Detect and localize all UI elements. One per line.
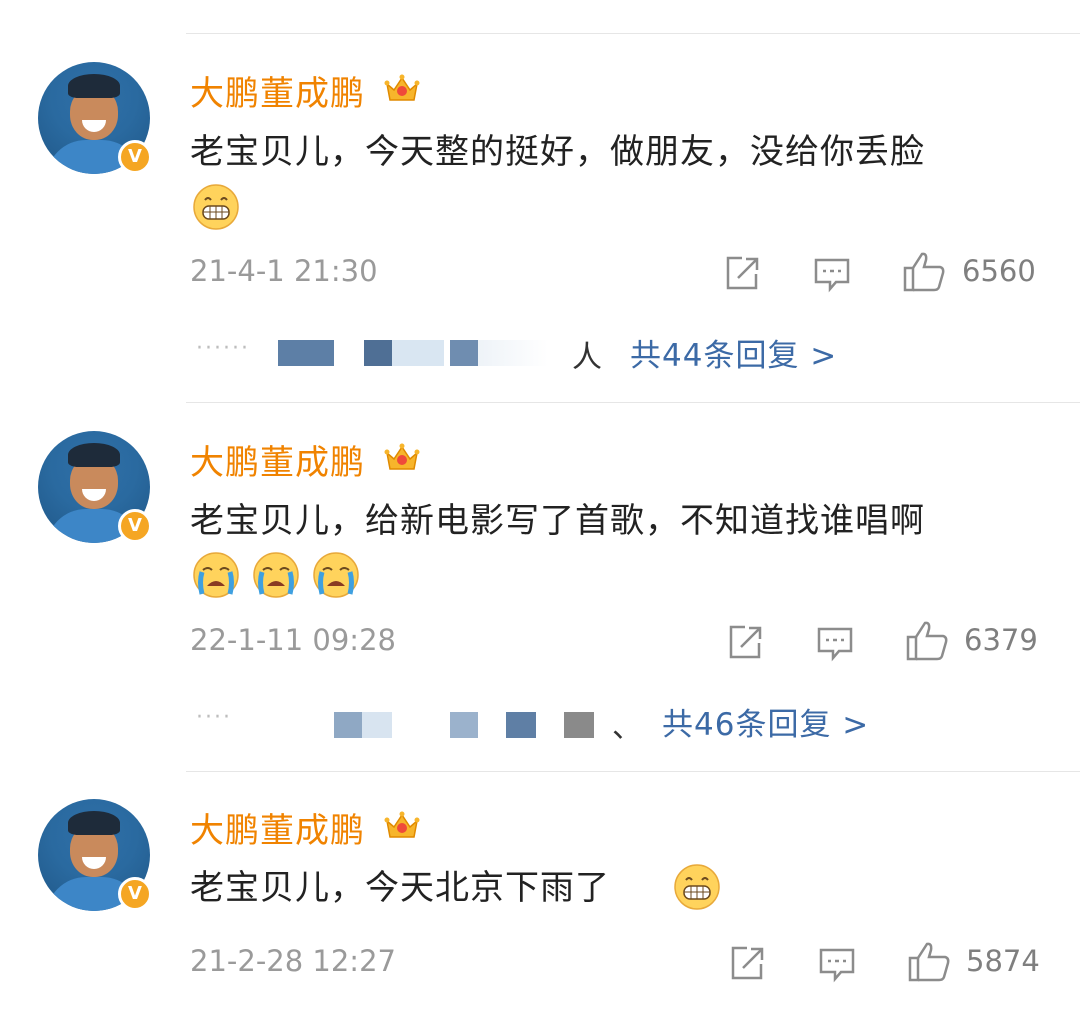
view-replies-link[interactable]: 共44条回复 >	[630, 330, 837, 375]
view-replies-link[interactable]: 共46条回复 >	[662, 699, 869, 744]
like-icon[interactable]	[905, 619, 949, 663]
reply-names: 人	[572, 340, 602, 375]
comment-text: 老宝贝儿，今天北京下雨了	[190, 868, 610, 908]
divider	[186, 771, 1080, 772]
timestamp: 21-2-28 12:27	[190, 944, 396, 978]
grin-emoji-icon	[193, 184, 239, 230]
verified-badge-icon: V	[118, 509, 152, 543]
comment-icon[interactable]	[817, 944, 857, 984]
crown-icon	[384, 74, 420, 101]
verified-badge-icon: V	[118, 140, 152, 174]
username[interactable]: 大鹏董成鹏	[190, 66, 365, 115]
crying-emoji-icon	[253, 552, 299, 598]
blurred-name	[450, 340, 478, 366]
comment-text: 老宝贝儿，今天整的挺好，做朋友，没给你丢脸	[190, 132, 925, 172]
username[interactable]: 大鹏董成鹏	[190, 803, 365, 852]
divider	[186, 33, 1080, 34]
divider	[186, 402, 1080, 403]
like-icon[interactable]	[907, 940, 951, 984]
crying-emoji-icon	[313, 552, 359, 598]
repost-icon[interactable]	[722, 254, 762, 294]
blurred-name	[364, 340, 392, 366]
like-count: 6560	[962, 254, 1036, 288]
timestamp: 21-4-1 21:30	[190, 254, 378, 288]
blurred-name	[506, 712, 536, 738]
blurred-name	[564, 712, 594, 738]
repost-icon[interactable]	[727, 944, 767, 984]
comment-text: 老宝贝儿，给新电影写了首歌，不知道找谁唱啊	[190, 501, 925, 541]
blurred-name	[362, 712, 392, 738]
comment-icon[interactable]	[812, 254, 852, 294]
crying-emoji-icon	[193, 552, 239, 598]
blurred-name	[478, 340, 548, 366]
blurred-name	[278, 340, 334, 366]
comment-icon[interactable]	[815, 623, 855, 663]
timestamp: 22-1-11 09:28	[190, 623, 396, 657]
grin-emoji-icon	[674, 864, 720, 910]
like-count: 6379	[964, 623, 1038, 657]
reply-prefix-dots: ······	[196, 336, 250, 361]
verified-badge-icon: V	[118, 877, 152, 911]
crown-icon	[384, 811, 420, 838]
repost-icon[interactable]	[725, 623, 765, 663]
crown-icon	[384, 443, 420, 470]
like-count: 5874	[966, 944, 1040, 978]
blurred-name	[450, 712, 478, 738]
like-icon[interactable]	[902, 250, 946, 294]
reply-prefix-dots: ····	[196, 705, 232, 730]
blurred-name	[334, 712, 362, 738]
reply-names: 、	[612, 710, 642, 745]
username[interactable]: 大鹏董成鹏	[190, 435, 365, 484]
blurred-name	[392, 340, 444, 366]
